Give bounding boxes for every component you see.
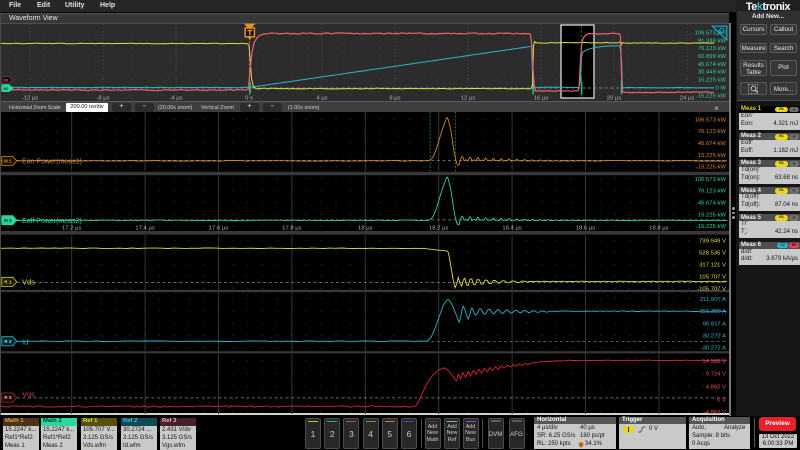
- svg-text:18 µs: 18 µs: [358, 226, 373, 232]
- svg-text:M 1: M 1: [4, 159, 12, 164]
- svg-text:17.2 µs: 17.2 µs: [62, 226, 81, 232]
- svg-text:Vgs: Vgs: [22, 389, 35, 398]
- svg-text:151.360 A: 151.360 A: [699, 309, 726, 315]
- svg-text:R 3: R 3: [4, 395, 12, 400]
- svg-text:18.6 µs: 18.6 µs: [576, 226, 595, 232]
- svg-text:Eon Power(meas1): Eon Power(meas1): [22, 158, 82, 165]
- svg-text:15.225 kW: 15.225 kW: [698, 153, 727, 159]
- svg-text:-105.707 V: -105.707 V: [697, 286, 726, 292]
- svg-text:-15.225 kW: -15.225 kW: [696, 165, 727, 171]
- svg-text:18.8 µs: 18.8 µs: [649, 226, 668, 232]
- svg-text:-4.862 V: -4.862 V: [704, 410, 726, 416]
- svg-text:18.4 µs: 18.4 µs: [502, 226, 521, 232]
- svg-text:105.707 V: 105.707 V: [699, 274, 726, 280]
- svg-text:90.817 A: 90.817 A: [703, 321, 726, 327]
- svg-text:17.8 µs: 17.8 µs: [282, 226, 301, 232]
- svg-text:15.225 kW: 15.225 kW: [698, 212, 727, 218]
- svg-text:-30.272 A: -30.272 A: [701, 346, 726, 352]
- svg-text:0 V: 0 V: [717, 397, 726, 403]
- svg-text:106.573 kW: 106.573 kW: [695, 117, 727, 123]
- svg-text:45.674 kW: 45.674 kW: [698, 141, 727, 147]
- svg-text:739.949 V: 739.949 V: [699, 238, 726, 244]
- svg-text:14.586 V: 14.586 V: [702, 359, 726, 365]
- svg-text:528.535 V: 528.535 V: [699, 250, 726, 256]
- svg-text:Vds: Vds: [22, 277, 35, 286]
- svg-text:30.272 A: 30.272 A: [703, 334, 726, 340]
- svg-text:-15.225 kW: -15.225 kW: [696, 224, 727, 230]
- svg-text:18.2 µs: 18.2 µs: [429, 226, 448, 232]
- svg-text:Eoff Power(meas2): Eoff Power(meas2): [22, 218, 82, 225]
- svg-text:R 2: R 2: [4, 339, 12, 344]
- svg-text:106.573 kW: 106.573 kW: [695, 177, 727, 183]
- svg-text:76.123 kW: 76.123 kW: [698, 189, 727, 195]
- svg-text:17.4 µs: 17.4 µs: [135, 226, 154, 232]
- svg-text:M 2: M 2: [4, 218, 12, 223]
- svg-text:211.907 A: 211.907 A: [700, 297, 726, 303]
- svg-text:317.121 V: 317.121 V: [699, 262, 726, 268]
- svg-text:76.123 kW: 76.123 kW: [698, 129, 727, 135]
- svg-text:R 1: R 1: [4, 280, 12, 285]
- svg-text:Id: Id: [22, 337, 28, 346]
- svg-text:9.724 V: 9.724 V: [706, 372, 726, 378]
- svg-text:17.6 µs: 17.6 µs: [209, 226, 228, 232]
- svg-text:4.862 V: 4.862 V: [706, 385, 726, 391]
- svg-text:45.674 kW: 45.674 kW: [698, 201, 727, 207]
